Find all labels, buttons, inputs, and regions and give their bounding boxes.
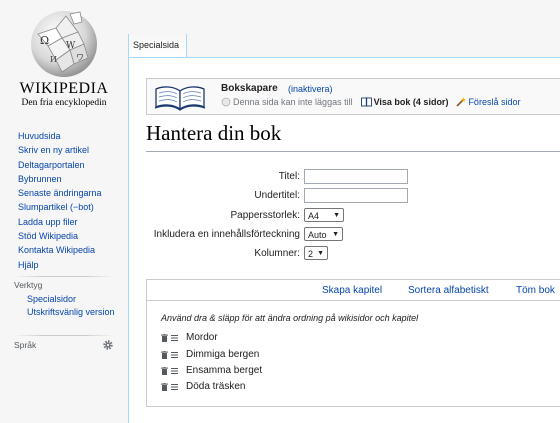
svg-text:W: W [66, 41, 76, 51]
sidebar-item-upload-files[interactable]: Ladda upp filer [18, 215, 126, 229]
chapter-title: Dimmiga bergen [186, 349, 260, 360]
chapter-title: Döda träsken [186, 381, 246, 392]
sidebar-item-random-article[interactable]: Slumpartikel (−bot) [18, 200, 126, 214]
papersize-select[interactable]: A4 ▼ [304, 208, 344, 222]
chapter-title: Mordor [186, 332, 218, 343]
chevron-down-icon: ▼ [317, 250, 324, 257]
sidebar-item-printable-version[interactable]: Utskriftsvänlig version [27, 307, 123, 318]
book-creator-box: Bokskapare (inaktivera) Denna sida kan i… [146, 78, 560, 115]
separator [14, 335, 114, 336]
suggest-pages-link[interactable]: Föreslå sidor [468, 97, 520, 107]
svg-text:Ω: Ω [40, 34, 49, 47]
chapter-list: Använd dra & släpp för att ändra ordning… [146, 300, 560, 407]
list-item[interactable]: Döda träsken [161, 381, 245, 392]
book-creator-actions: Denna sida kan inte läggas till Visa bok… [221, 97, 520, 107]
toc-select[interactable]: Auto ▼ [304, 227, 343, 241]
toc-value: Auto [308, 229, 327, 240]
content-area: Bokskapare (inaktivera) Denna sida kan i… [128, 57, 560, 423]
show-book-link[interactable]: Visa bok (4 sidor) [374, 97, 449, 107]
wikipedia-globe-icon: Ω W И ワ [31, 11, 97, 77]
chapter-title: Ensamma berget [186, 365, 263, 376]
tools-heading: Verktyg [14, 280, 43, 290]
wikipedia-logo[interactable]: Ω W И ワ WIKIPEDIA Den fria encyklopedin [0, 0, 128, 118]
trash-icon[interactable] [161, 366, 168, 375]
gear-icon[interactable] [102, 339, 114, 351]
heading-underline [146, 151, 560, 152]
sidebar-item-special-pages[interactable]: Specialsidor [27, 294, 123, 305]
list-item[interactable]: Mordor [161, 332, 218, 343]
drag-drop-hint: Använd dra & släpp för att ändra ordning… [161, 313, 419, 323]
cannot-add-text: Denna sida kan inte läggas till [233, 97, 353, 107]
title-input[interactable] [304, 169, 408, 184]
subtitle-label: Undertitel: [254, 190, 300, 201]
wordmark: WIKIPEDIA [19, 80, 109, 97]
inactivate-link[interactable]: (inaktivera) [288, 84, 333, 94]
sidebar-item-help[interactable]: Hjälp [18, 258, 126, 272]
list-item[interactable]: Dimmiga bergen [161, 349, 259, 360]
sort-icon[interactable] [171, 351, 178, 359]
toc-label: Inkludera en innehållsförteckning [153, 229, 300, 240]
languages-heading: Språk [14, 340, 37, 350]
sidebar-item-new-article[interactable]: Skriv en ny artikel [18, 143, 126, 157]
sidebar-item-main-page[interactable]: Huvudsida [18, 129, 126, 143]
papersize-label: Pappersstorlek: [230, 210, 300, 221]
trash-icon[interactable] [161, 333, 168, 342]
sidebar-item-contact[interactable]: Kontakta Wikipedia [18, 243, 126, 257]
sort-alphabetically-link[interactable]: Sortera alfabetiskt [408, 285, 489, 296]
sidebar-item-village-pump[interactable]: Bybrunnen [18, 172, 126, 186]
sort-icon[interactable] [171, 367, 178, 375]
separator [14, 276, 114, 277]
disabled-add-icon [221, 97, 231, 107]
list-item[interactable]: Ensamma berget [161, 365, 262, 376]
sidebar-item-community-portal[interactable]: Deltagarportalen [18, 158, 126, 172]
columns-label: Kolumner: [254, 248, 300, 259]
create-chapter-link[interactable]: Skapa kapitel [322, 285, 382, 296]
tools-list: Specialsidor Utskriftsvänlig version [27, 294, 123, 320]
book-icon [360, 97, 372, 107]
tab-special-page[interactable]: Specialsida [128, 34, 187, 57]
subtitle-input[interactable] [304, 188, 408, 203]
chevron-down-icon: ▼ [333, 212, 340, 219]
page-title: Hantera din bok [146, 121, 282, 145]
columns-select[interactable]: 2 ▼ [304, 246, 328, 260]
empty-book-link[interactable]: Töm bok [516, 285, 555, 296]
chevron-down-icon: ▼ [332, 231, 339, 238]
book-creator-title: Bokskapare [221, 83, 278, 94]
trash-icon[interactable] [161, 382, 168, 391]
open-book-icon [154, 86, 206, 111]
title-label: Titel: [278, 171, 300, 182]
sort-icon[interactable] [171, 334, 178, 342]
wand-icon [456, 97, 467, 107]
book-actions-bar: Skapa kapitel Sortera alfabetiskt Töm bo… [146, 279, 560, 300]
svg-text:ワ: ワ [76, 53, 84, 62]
svg-text:И: И [50, 55, 57, 64]
columns-value: 2 [308, 248, 314, 259]
sidebar-navigation: Huvudsida Skriv en ny artikel Deltagarpo… [18, 129, 126, 272]
papersize-value: A4 [308, 210, 320, 221]
sort-icon[interactable] [171, 383, 178, 391]
trash-icon[interactable] [161, 350, 168, 359]
tagline: Den fria encyklopedin [21, 98, 107, 108]
sidebar-item-recent-changes[interactable]: Senaste ändringarna [18, 186, 126, 200]
sidebar-item-support[interactable]: Stöd Wikipedia [18, 229, 126, 243]
